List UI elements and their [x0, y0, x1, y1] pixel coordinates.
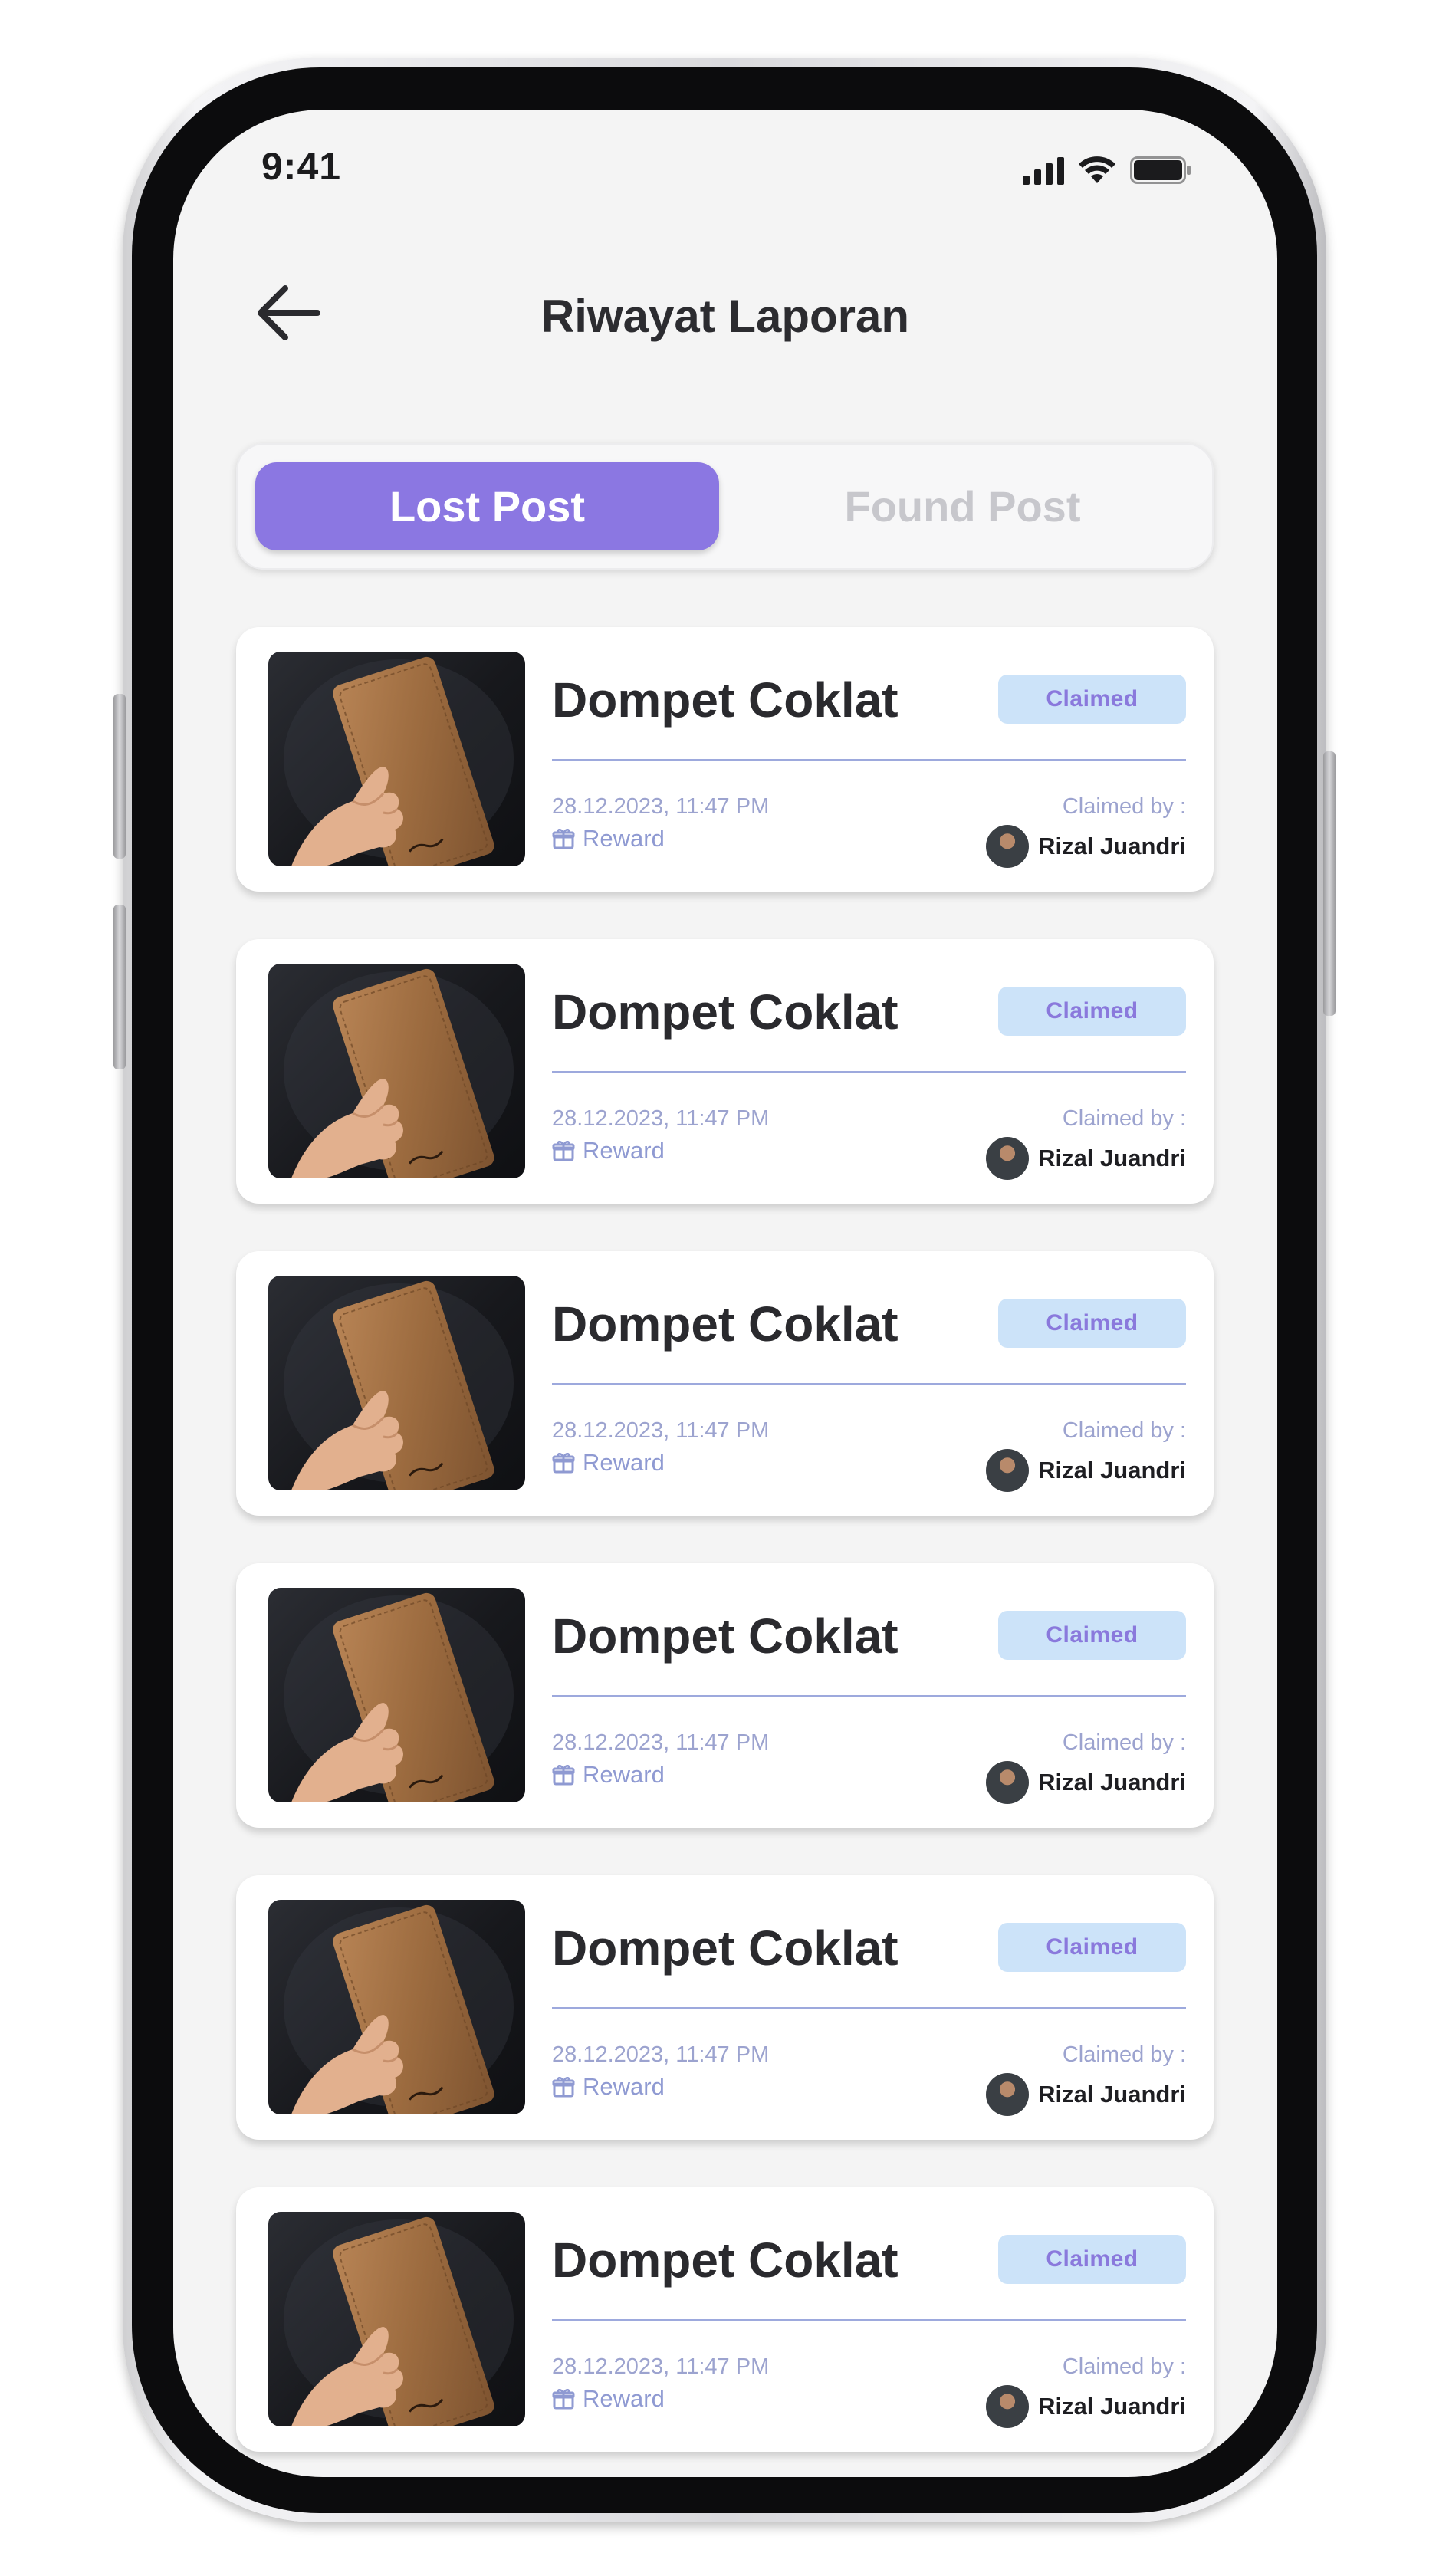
- claimer-name: Rizal Juandri: [1038, 1769, 1186, 1796]
- power-button: [1323, 751, 1336, 1016]
- claimer-name: Rizal Juandri: [1038, 1457, 1186, 1484]
- status-time: 9:41: [261, 145, 342, 188]
- status-badge: Claimed: [998, 675, 1186, 724]
- page-title: Riwayat Laporan: [540, 291, 910, 342]
- claimer-name: Rizal Juandri: [1038, 833, 1186, 859]
- reward: Reward: [552, 1137, 665, 1165]
- post-title: Dompet Coklat: [552, 1608, 899, 1664]
- post-card[interactable]: Dompet Coklat Claimed 28.12.2023, 11:47 …: [236, 1875, 1214, 2140]
- claimed-by-label: Claimed by :: [1062, 794, 1186, 819]
- app-screen: 9:41 Riwayat Laporan Lost Post Found Pos…: [173, 110, 1277, 2477]
- reward: Reward: [552, 1449, 665, 1477]
- wifi-icon: [1079, 156, 1116, 183]
- brown-wallet-photo: [268, 2212, 525, 2426]
- claimer: Rizal Juandri: [986, 2073, 1186, 2116]
- post-card[interactable]: Dompet Coklat Claimed 28.12.2023, 11:47 …: [236, 939, 1214, 1204]
- brown-wallet-photo: [268, 1588, 525, 1802]
- post-date: 28.12.2023, 11:47 PM: [552, 2354, 770, 2379]
- claimer-name: Rizal Juandri: [1038, 1145, 1186, 1171]
- avatar: [986, 2073, 1030, 2116]
- brown-wallet-photo: [268, 1900, 525, 2114]
- reward: Reward: [552, 2385, 665, 2413]
- status-badge: Claimed: [998, 1611, 1186, 1660]
- post-title: Dompet Coklat: [552, 1921, 899, 1976]
- status-badge: Claimed: [998, 1299, 1186, 1348]
- claimer: Rizal Juandri: [986, 1137, 1186, 1180]
- claimed-by-label: Claimed by :: [1062, 1418, 1186, 1443]
- reward-label: Reward: [583, 825, 665, 852]
- tab-lost-post[interactable]: Lost Post: [255, 462, 719, 550]
- avatar: [986, 1137, 1030, 1180]
- claimer: Rizal Juandri: [986, 1761, 1186, 1804]
- brown-wallet-photo: [268, 652, 525, 866]
- post-card[interactable]: Dompet Coklat Claimed 28.12.2023, 11:47 …: [236, 1251, 1214, 1516]
- claimer-name: Rizal Juandri: [1038, 2081, 1186, 2108]
- post-date: 28.12.2023, 11:47 PM: [552, 794, 770, 819]
- post-date: 28.12.2023, 11:47 PM: [552, 2042, 770, 2067]
- claimer: Rizal Juandri: [986, 2385, 1186, 2428]
- brown-wallet-photo: [268, 1276, 525, 1490]
- status-icons: [1023, 146, 1193, 185]
- claimed-by-label: Claimed by :: [1062, 1106, 1186, 1131]
- battery-icon: [1130, 156, 1191, 184]
- reward: Reward: [552, 1761, 665, 1789]
- volume-button: [113, 905, 126, 1070]
- claimer: Rizal Juandri: [986, 1449, 1186, 1492]
- divider: [552, 759, 1186, 761]
- claimed-by-label: Claimed by :: [1062, 2042, 1186, 2067]
- gift-icon: [552, 2389, 575, 2410]
- claimed-by-label: Claimed by :: [1062, 2354, 1186, 2379]
- divider: [552, 2007, 1186, 2009]
- avatar: [986, 1449, 1030, 1492]
- reward-label: Reward: [583, 2385, 665, 2412]
- reward: Reward: [552, 2073, 665, 2101]
- gift-icon: [552, 1141, 575, 1162]
- divider: [552, 1383, 1186, 1385]
- reward-label: Reward: [583, 1137, 665, 1164]
- divider: [552, 1071, 1186, 1073]
- post-date: 28.12.2023, 11:47 PM: [552, 1418, 770, 1443]
- post-card[interactable]: Dompet Coklat Claimed 28.12.2023, 11:47 …: [236, 627, 1214, 892]
- reward-label: Reward: [583, 1449, 665, 1476]
- tab-found-post[interactable]: Found Post: [731, 462, 1194, 550]
- signal-icon: [1023, 157, 1064, 185]
- gift-icon: [552, 1765, 575, 1786]
- reward-label: Reward: [583, 2073, 665, 2100]
- divider: [552, 1695, 1186, 1697]
- post-title: Dompet Coklat: [552, 984, 899, 1040]
- post-type-tabs: Lost Post Found Post: [236, 443, 1214, 570]
- avatar: [986, 2385, 1030, 2428]
- post-card[interactable]: Dompet Coklat Claimed 28.12.2023, 11:47 …: [236, 1563, 1214, 1828]
- post-title: Dompet Coklat: [552, 1296, 899, 1352]
- status-badge: Claimed: [998, 1923, 1186, 1972]
- post-date: 28.12.2023, 11:47 PM: [552, 1106, 770, 1131]
- gift-icon: [552, 2077, 575, 2098]
- reward: Reward: [552, 825, 665, 853]
- avatar: [986, 825, 1030, 868]
- status-badge: Claimed: [998, 987, 1186, 1036]
- post-list: Dompet Coklat Claimed 28.12.2023, 11:47 …: [236, 627, 1214, 2477]
- avatar: [986, 1761, 1030, 1804]
- status-badge: Claimed: [998, 2235, 1186, 2284]
- claimer: Rizal Juandri: [986, 825, 1186, 868]
- brown-wallet-photo: [268, 964, 525, 1178]
- mute-switch: [113, 694, 126, 859]
- divider: [552, 2319, 1186, 2321]
- reward-label: Reward: [583, 1761, 665, 1788]
- claimer-name: Rizal Juandri: [1038, 2393, 1186, 2420]
- post-card[interactable]: Dompet Coklat Claimed 28.12.2023, 11:47 …: [236, 2187, 1214, 2452]
- claimed-by-label: Claimed by :: [1062, 1730, 1186, 1755]
- gift-icon: [552, 829, 575, 849]
- gift-icon: [552, 1453, 575, 1474]
- post-date: 28.12.2023, 11:47 PM: [552, 1730, 770, 1755]
- post-title: Dompet Coklat: [552, 672, 899, 728]
- post-title: Dompet Coklat: [552, 2233, 899, 2288]
